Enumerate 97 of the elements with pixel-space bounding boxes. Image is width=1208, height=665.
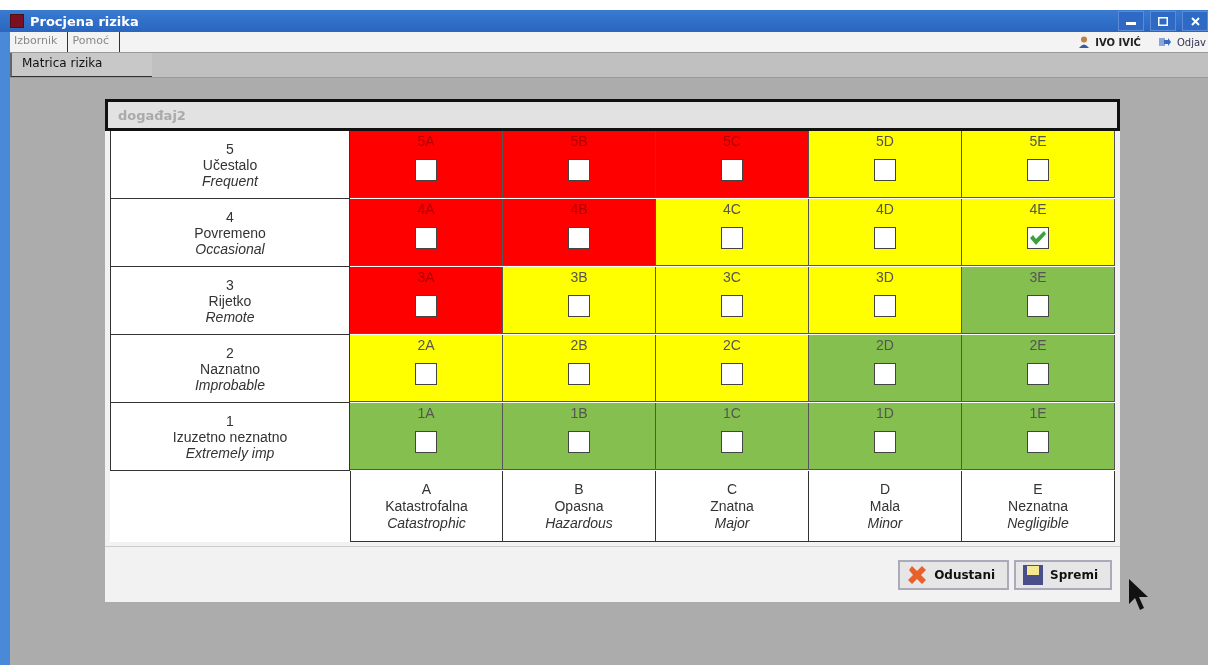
severity-letter: A [421,480,432,498]
mouse-pointer-icon [1128,578,1150,612]
checkbox[interactable] [721,159,743,181]
likelihood-english: Occasional [195,240,265,257]
checkbox[interactable] [874,159,896,181]
checkbox[interactable] [874,363,896,385]
risk-code: 4D [876,201,894,217]
checkbox[interactable] [874,295,896,317]
severity-letter: E [1033,480,1043,498]
checkbox[interactable] [415,159,437,181]
checkbox[interactable] [874,227,896,249]
risk-code: 3E [1029,269,1047,285]
severity-name: Katastrofalna [385,497,468,515]
risk-code: 1C [723,405,741,421]
severity-name: Znatna [710,497,754,515]
risk-code: 5D [876,133,894,149]
risk-code: 3D [876,269,894,285]
risk-code: 3B [570,269,588,285]
checkbox[interactable] [568,363,590,385]
minimize-button[interactable] [1118,11,1144,31]
severity-name: Neznatna [1008,497,1068,515]
user-name: IVO IVIĆ [1095,36,1141,48]
checkbox[interactable] [415,431,437,453]
checkbox[interactable] [1027,227,1049,249]
likelihood-english: Extremely imp [185,444,275,461]
maximize-icon [1158,16,1168,26]
likelihood-name: Naznatno [200,360,260,377]
risk-code: 1A [417,405,435,421]
likelihood-number: 1 [226,412,234,429]
checkbox[interactable] [1027,431,1049,453]
checkbox[interactable] [721,363,743,385]
severity-english: Major [714,514,750,532]
checkbox[interactable] [415,363,437,385]
likelihood-number: 3 [226,276,234,293]
checkbox[interactable] [721,431,743,453]
severity-english: Hazardous [545,514,613,532]
severity-english: Negligible [1007,514,1069,532]
tab[interactable]: Matrica rizika [10,53,152,77]
risk-code: 2A [417,337,435,353]
likelihood-english: Remote [205,308,255,325]
risk-code: 4B [570,201,588,217]
checkbox[interactable] [415,295,437,317]
checkbox[interactable] [568,295,590,317]
likelihood-english: Frequent [201,172,258,189]
risk-code: 2D [876,337,894,353]
user-icon [1079,36,1090,48]
window-title: Procjena rizika [30,13,140,29]
checkbox[interactable] [1027,159,1049,181]
likelihood-number: 2 [226,344,234,361]
likelihood-name: Povremeno [194,224,266,241]
app-icon [10,14,24,28]
risk-code: 4A [417,201,435,217]
risk-code: 5E [1029,133,1047,149]
cancel-button[interactable]: Odustani [898,559,1010,590]
checkbox[interactable] [568,159,590,181]
checkbox[interactable] [568,227,590,249]
risk-code: 3A [417,269,435,285]
maximize-button[interactable] [1150,11,1176,31]
severity-letter: C [726,480,738,498]
risk-code: 1E [1029,405,1047,421]
risk-code: 2C [723,337,741,353]
checkbox[interactable] [1027,363,1049,385]
severity-english: Minor [867,514,903,532]
severity-letter: D [879,480,891,498]
close-button[interactable] [1182,11,1208,31]
likelihood-name: Učestalo [202,156,258,173]
checkbox[interactable] [415,227,437,249]
severity-name: Opasna [554,497,604,515]
checkbox[interactable] [568,431,590,453]
close-icon [1190,16,1200,26]
checkbox[interactable] [1027,295,1049,317]
risk-code: 5C [723,133,741,149]
risk-code: 1B [570,405,588,421]
checkbox[interactable] [721,295,743,317]
risk-code: 4E [1029,201,1047,217]
severity-name: Mala [869,497,901,515]
severity-letter: B [574,480,584,498]
risk-code: 2B [570,337,588,353]
logout-icon[interactable] [1158,37,1171,47]
save-button[interactable]: Spremi [1014,559,1112,590]
risk-code: 5A [417,133,435,149]
checkbox[interactable] [721,227,743,249]
cancel-icon [906,563,929,586]
severity-english: Catastrophic [387,514,466,532]
risk-code: 4C [723,201,741,217]
likelihood-number: 4 [226,208,234,225]
risk-code: 1D [876,405,894,421]
checkbox[interactable] [874,431,896,453]
check-icon [1029,230,1047,246]
logout-link[interactable]: Odjav [1176,36,1206,48]
likelihood-number: 5 [226,140,234,157]
risk-code: 3C [723,269,741,285]
risk-code: 2E [1029,337,1047,353]
likelihood-name: Izuzetno neznatno [172,428,288,445]
likelihood-english: Improbable [194,376,265,393]
likelihood-name: Rijetko [208,292,252,309]
risk-code: 5B [570,133,588,149]
